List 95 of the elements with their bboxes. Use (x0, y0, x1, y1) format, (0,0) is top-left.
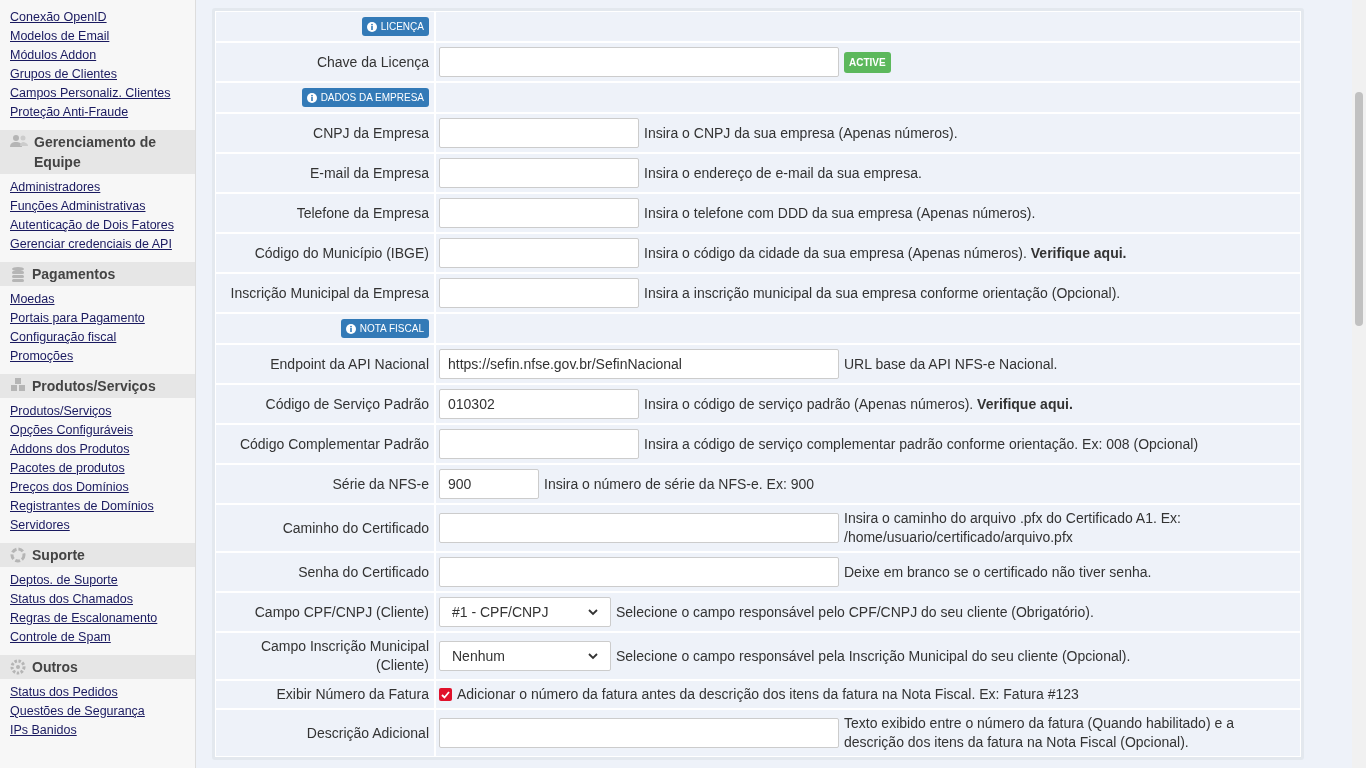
sidebar-link[interactable]: Conexão OpenID (10, 10, 107, 24)
help-text: Deixe em branco se o certificado não tiver senha. (844, 562, 1153, 582)
status-badge: ACTIVE (844, 51, 891, 73)
field-label: Série da NFS-e (332, 474, 429, 494)
help-text: Adicionar o número da fatura antes da descrição dos itens da fatura na Nota Fiscal. Ex: Fatura #123 (457, 685, 1080, 704)
lifebuoy-icon (10, 547, 26, 563)
select-field[interactable]: Nenhum (439, 641, 611, 671)
info-icon (345, 323, 356, 334)
sidebar-link[interactable]: Configuração fiscal (10, 330, 117, 344)
sidebar-title: Pagamentos (32, 265, 116, 284)
sidebar-link[interactable]: Status dos Chamados (10, 592, 133, 606)
text-field[interactable]: 900 (439, 469, 539, 499)
field-label: Endpoint da API Nacional (270, 354, 429, 374)
sidebar-link[interactable]: Controle de Spam (10, 630, 111, 644)
select-field[interactable]: #1 - CPF/CNPJ (439, 597, 611, 627)
cubes-icon (10, 378, 26, 392)
section-badge: LICENÇA (361, 17, 429, 36)
text-field[interactable] (439, 158, 639, 188)
help-text: Insira o código de serviço padrão (Apenas números). Verifique aqui. (644, 394, 1074, 414)
help-text: Texto exibido entre o número da fatura (Quando habilitado) e a descrição dos itens da fatura na Nota Fiscal (Opcional). (844, 714, 1235, 752)
sidebar-link[interactable]: Autenticação de Dois Fatores (10, 218, 174, 232)
help-text: Insira o CNPJ da sua empresa (Apenas números). (644, 123, 959, 143)
chevron-down-icon (588, 652, 598, 660)
help-text: Insira o código da cidade da sua empresa (Apenas números). Verifique aqui. (644, 243, 1128, 263)
sidebar-link[interactable]: Gerenciar credenciais de API (10, 237, 172, 251)
chevron-down-icon (588, 608, 598, 616)
text-field[interactable] (439, 278, 639, 308)
field-label: Chave da Licença (316, 52, 429, 72)
help-text: Insira o caminho do arquivo .pfx do Certificado A1. Ex: /home/usuario/certificado/arquivo.pfx (844, 509, 1182, 547)
sidebar-link[interactable]: Deptos. de Suporte (10, 573, 118, 587)
text-field[interactable] (439, 718, 839, 748)
help-text: Selecione o campo responsável pelo CPF/CNPJ do seu cliente (Obrigatório). (616, 602, 1095, 622)
sidebar-link[interactable]: Funções Administrativas (10, 199, 146, 213)
text-field[interactable] (439, 118, 639, 148)
text-field[interactable] (439, 47, 839, 77)
sidebar-link[interactable]: Servidores (10, 518, 70, 532)
sidebar-link[interactable]: Opções Configuráveis (10, 423, 133, 437)
sidebar-title: Gerenciamento de Equipe (34, 133, 158, 172)
sidebar-link[interactable]: Administradores (10, 180, 101, 194)
text-field[interactable]: https://sefin.nfse.gov.br/SefinNacional (439, 349, 839, 379)
field-label: Código de Serviço Padrão (265, 394, 429, 414)
sidebar-title: Produtos/Serviços (32, 377, 156, 396)
sidebar-link[interactable]: IPs Banidos (10, 723, 77, 737)
sidebar-title: Suporte (32, 546, 85, 565)
field-label: Caminho do Certificado (282, 518, 429, 538)
sidebar-link[interactable]: Status dos Pedidos (10, 685, 118, 699)
field-label: CNPJ da Empresa (313, 123, 429, 143)
sidebar-link[interactable]: Modelos de Email (10, 29, 110, 43)
gear-icon (10, 659, 26, 675)
text-field[interactable] (439, 429, 639, 459)
help-text: Insira o número de série da NFS-e. Ex: 900 (544, 474, 816, 494)
help-text: Selecione o campo responsável pela Inscrição Municipal do seu cliente (Opcional). (616, 646, 1132, 666)
sidebar-link[interactable]: Módulos Addon (10, 48, 97, 62)
sidebar-link[interactable]: Regras de Escalonamento (10, 611, 158, 625)
sidebar-link[interactable]: Preços dos Domínios (10, 480, 129, 494)
sidebar-link[interactable]: Produtos/Serviços (10, 404, 112, 418)
field-label: E-mail da Empresa (309, 163, 429, 183)
field-label: Inscrição Municipal da Empresa (230, 283, 429, 303)
field-label: Descrição Adicional (306, 723, 429, 743)
text-field[interactable] (439, 238, 639, 268)
text-field[interactable] (439, 513, 839, 543)
help-text: Insira o telefone com DDD da sua empresa (Apenas números). (644, 203, 1037, 223)
field-label: Exibir Número da Fatura (276, 685, 429, 704)
field-label: Código do Município (IBGE) (254, 243, 429, 263)
help-text: Insira o endereço de e-mail da sua empresa. (644, 163, 923, 183)
sidebar-link[interactable]: Moedas (10, 292, 55, 306)
sidebar-link[interactable]: Portais para Pagamento (10, 311, 145, 325)
section-badge: DADOS DA EMPRESA (301, 88, 429, 107)
text-field[interactable]: 010302 (439, 389, 639, 419)
field-label: Senha do Certificado (298, 562, 429, 582)
field-label: Campo Inscrição Municipal (Cliente) (259, 637, 429, 675)
sidebar-link[interactable]: Questões de Segurança (10, 704, 145, 718)
sidebar-title: Outros (32, 658, 78, 677)
help-text: Insira a código de serviço complementar padrão conforme orientação. Ex: 008 (Opcional) (644, 434, 1200, 454)
help-text: URL base da API NFS-e Nacional. (844, 354, 1059, 374)
info-icon (366, 21, 377, 32)
sidebar-link[interactable]: Pacotes de produtos (10, 461, 125, 475)
field-label: Código Complementar Padrão (239, 434, 429, 454)
scrollbar[interactable] (1352, 0, 1366, 768)
sidebar-link[interactable]: Addons dos Produtos (10, 442, 130, 456)
sidebar-link[interactable]: Promoções (10, 349, 74, 363)
sidebar-link[interactable]: Registrantes de Domínios (10, 499, 154, 513)
field-label: Telefone da Empresa (296, 203, 429, 223)
field-label: Campo CPF/CNPJ (Cliente) (254, 602, 429, 622)
checkbox[interactable] (439, 688, 452, 701)
coins-icon (10, 266, 26, 282)
users-icon (10, 134, 28, 148)
help-text: Insira a inscrição municipal da sua empresa conforme orientação (Opcional). (644, 283, 1122, 303)
sidebar-link[interactable]: Grupos de Clientes (10, 67, 117, 81)
text-field[interactable] (439, 198, 639, 228)
sidebar-link[interactable]: Campos Personaliz. Clientes (10, 86, 171, 100)
info-icon (306, 92, 317, 103)
text-field[interactable] (439, 557, 839, 587)
sidebar-link[interactable]: Proteção Anti-Fraude (10, 105, 129, 119)
section-badge: NOTA FISCAL (340, 319, 429, 338)
